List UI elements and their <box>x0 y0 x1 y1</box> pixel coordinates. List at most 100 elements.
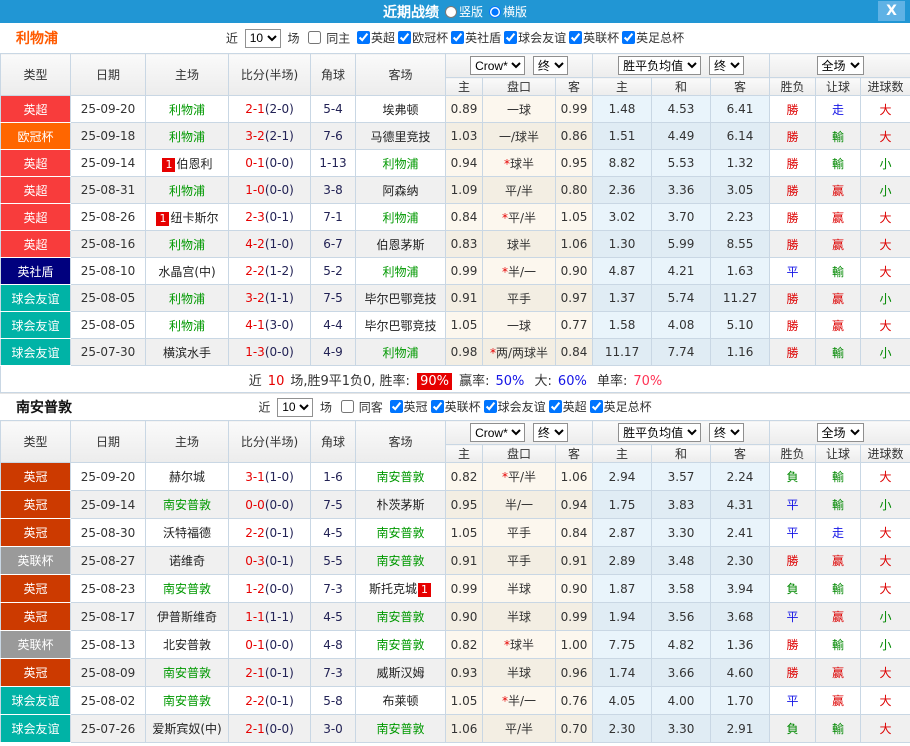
full-match-select[interactable]: 全场 <box>816 423 864 442</box>
league-filter-英超[interactable]: 英超 <box>546 400 587 414</box>
score-cell: 1-1(1-1) <box>228 602 311 631</box>
league-filter-球会友谊[interactable]: 球会友谊 <box>481 400 546 414</box>
col-avg-home: 主 <box>592 77 653 96</box>
league-checkbox[interactable] <box>548 400 562 413</box>
home-odds-cell: 1.05 <box>445 686 483 715</box>
result-cell: 勝 <box>769 284 817 312</box>
avg-away-cell: 3.94 <box>710 574 771 603</box>
games-count-select[interactable]: 10 <box>244 28 281 48</box>
league-filter-英联杯[interactable]: 英联杯 <box>428 400 481 414</box>
league-checkbox[interactable] <box>430 400 444 413</box>
league-checkbox[interactable] <box>389 400 403 413</box>
avg-time-select[interactable]: 终 <box>708 423 744 442</box>
avg-away-cell: 5.10 <box>710 311 771 339</box>
match-row: 球会友谊 25-07-30 横滨水手 1-3(0-0) 4-9 利物浦 0.98 *两/两球半… <box>0 338 910 366</box>
corner-cell: 4-8 <box>310 630 356 659</box>
goals-result-cell: 小 <box>860 602 910 631</box>
league-label: 英超 <box>562 400 587 414</box>
wdl-avg-select[interactable]: 胜平负均值 <box>618 56 702 75</box>
handicap-result-text: 走 <box>832 102 845 117</box>
handicap-result-text: 輸 <box>832 582 845 596</box>
handicap-result-text: 輸 <box>832 470 845 484</box>
avg-away-cell: 4.60 <box>710 658 771 687</box>
layout-vertical-option[interactable]: 竖版 <box>444 3 483 20</box>
avg-draw-cell: 3.30 <box>651 518 712 547</box>
handicap-cell: *球半 <box>482 630 556 659</box>
wdl-avg-select[interactable]: 胜平负均值 <box>618 423 702 442</box>
league-checkbox[interactable] <box>357 31 371 44</box>
league-checkbox[interactable] <box>504 31 518 44</box>
avg-home-cell: 1.37 <box>592 284 653 312</box>
half-score: (0-0) <box>264 637 294 652</box>
league-checkbox[interactable] <box>622 31 636 44</box>
league-type-cell: 英社盾 <box>0 257 71 285</box>
match-row: 球会友谊 25-08-05 利物浦 3-2(1-1) 7-5 毕尔巴鄂竞技 0.91 平手 0.… <box>0 284 910 312</box>
result-text: 平 <box>786 264 799 279</box>
home-odds-cell: 1.05 <box>445 518 483 547</box>
away-team-cell: 利物浦 <box>355 338 446 366</box>
match-date-cell: 25-09-18 <box>70 122 146 150</box>
league-filter-英足总杯[interactable]: 英足总杯 <box>619 31 684 45</box>
games-count-select[interactable]: 10 <box>277 397 314 417</box>
league-filter-英联杯[interactable]: 英联杯 <box>566 31 619 45</box>
handicap-cell: 平手 <box>482 546 556 575</box>
score-cell: 2-3(0-1) <box>228 203 311 231</box>
layout-horizontal-radio[interactable] <box>489 5 501 18</box>
full-score: 0-3 <box>245 553 265 568</box>
league-checkbox[interactable] <box>589 400 603 413</box>
goals-result-cell: 小 <box>860 630 910 659</box>
layout-vertical-radio[interactable] <box>444 5 457 18</box>
half-score: (1-0) <box>264 469 294 484</box>
avg-home-cell: 2.87 <box>592 518 653 547</box>
away-team-name: 南安普敦 <box>376 722 425 736</box>
league-filter-英社盾[interactable]: 英社盾 <box>448 31 501 45</box>
col-result: 胜负 <box>769 444 817 463</box>
home-odds-cell: 0.98 <box>445 338 483 366</box>
bookmaker-select[interactable]: Crow* <box>470 56 526 75</box>
layout-horizontal-option[interactable]: 横版 <box>489 3 527 20</box>
league-checkbox[interactable] <box>483 400 497 413</box>
odds-time-select[interactable]: 终 <box>532 56 568 75</box>
league-checkbox[interactable] <box>451 31 465 44</box>
home-team-cell: 利物浦 <box>145 230 229 258</box>
league-type-cell: 球会友谊 <box>0 284 71 312</box>
league-filter-英冠[interactable]: 英冠 <box>387 400 428 414</box>
avg-time-select[interactable]: 终 <box>708 56 744 75</box>
handicap-result-text: 赢 <box>832 210 845 225</box>
home-odds-cell: 1.05 <box>445 311 483 339</box>
away-team-name: 斯托克城 <box>368 582 417 596</box>
avg-draw-cell: 4.82 <box>651 630 712 659</box>
away-team-cell: 南安普敦 <box>355 630 446 659</box>
league-filter-英超[interactable]: 英超 <box>354 31 395 45</box>
handicap-text: 一球 <box>506 102 531 117</box>
league-filter-英足总杯[interactable]: 英足总杯 <box>587 400 652 414</box>
handicap-cell: *半/一 <box>482 257 556 285</box>
full-score: 2-2 <box>245 525 265 540</box>
col-odds-away: 客 <box>554 77 594 96</box>
bookmaker-select[interactable]: Crow* <box>470 423 526 442</box>
handicap-result-cell: 輸 <box>815 462 862 491</box>
corner-cell: 5-2 <box>310 257 356 285</box>
home-team-cell: 1 纽卡斯尔 <box>145 203 229 231</box>
avg-away-cell: 2.23 <box>710 203 771 231</box>
match-row: 英冠 25-09-20 赫尔城 3-1(1-0) 1-6 南安普敦 0.82 *平/半 1.06… <box>0 462 910 491</box>
odds-time-select[interactable]: 终 <box>532 423 568 442</box>
corner-cell: 1-13 <box>310 149 356 177</box>
same-away-checkbox[interactable] <box>340 400 354 413</box>
league-checkbox[interactable] <box>569 31 583 44</box>
home-team-name: 利物浦 <box>168 318 205 333</box>
result-text: 勝 <box>786 102 799 117</box>
league-filter-欧冠杯[interactable]: 欧冠杯 <box>395 31 448 45</box>
handicap-text: 平/半 <box>507 210 537 225</box>
same-home-checkbox[interactable] <box>308 31 322 44</box>
home-team-name: 伊普斯维奇 <box>156 610 217 624</box>
full-match-select[interactable]: 全场 <box>816 56 864 75</box>
close-icon[interactable]: X <box>878 1 905 21</box>
league-filter-球会友谊[interactable]: 球会友谊 <box>501 31 566 45</box>
home-team-name: 利物浦 <box>168 237 205 252</box>
handicap-cell: 半球 <box>482 574 556 603</box>
handicap-result-cell: 輸 <box>815 630 862 659</box>
away-odds-cell: 0.95 <box>554 149 594 177</box>
league-checkbox[interactable] <box>398 31 412 44</box>
home-odds-cell: 0.99 <box>445 257 483 285</box>
